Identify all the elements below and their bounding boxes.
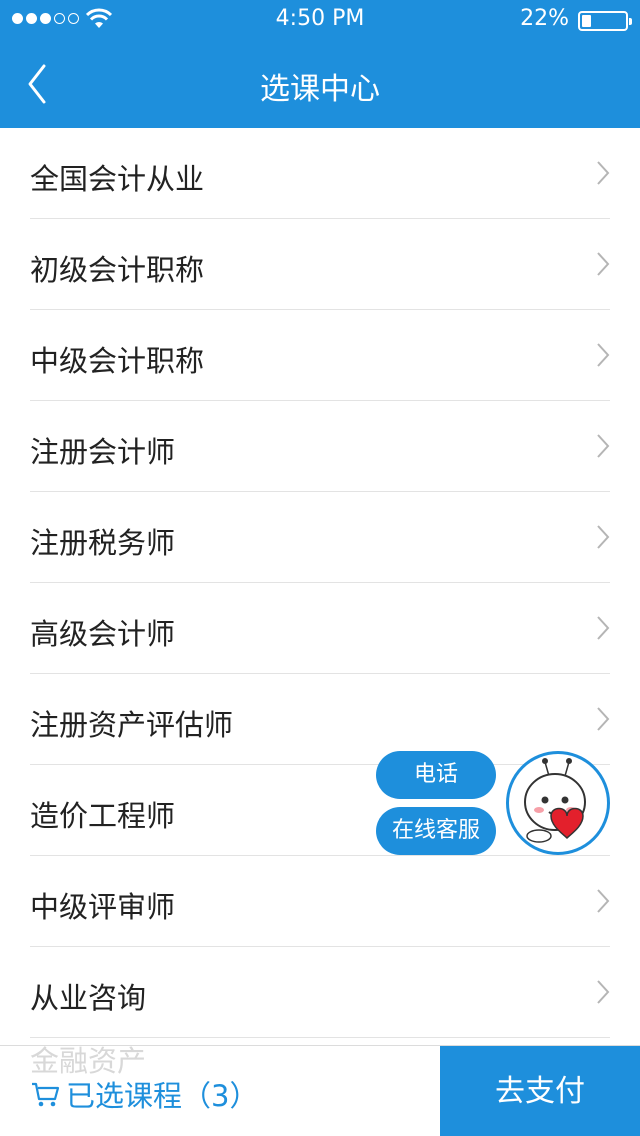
list-item[interactable]: 初级会计职称	[0, 219, 640, 310]
chevron-right-icon	[597, 343, 610, 367]
list-item[interactable]: 注册会计师	[0, 401, 640, 492]
list-item-label: 全国会计从业	[30, 162, 205, 196]
list-item-label: 注册资产评估师	[30, 708, 234, 742]
list-item[interactable]: 全国会计从业	[0, 128, 640, 219]
list-item[interactable]: 注册税务师	[0, 492, 640, 583]
list-item-label: 高级会计师	[30, 617, 176, 651]
battery-percent: 22%	[520, 6, 569, 31]
page: 4:50 PM 22% 选课中心 全国会计从业 初级会计职称 中级会计职称 注册…	[0, 0, 640, 1136]
list-item[interactable]: 中级评审师	[0, 856, 640, 947]
list-item-label: 从业咨询	[30, 981, 147, 1015]
online-service-button[interactable]: 在线客服	[376, 807, 496, 855]
list-item-label: 中级评审师	[30, 890, 176, 924]
pay-button[interactable]: 去支付	[440, 1046, 640, 1136]
list-item-label: 造价工程师	[30, 799, 176, 833]
status-bar: 4:50 PM 22%	[0, 0, 640, 40]
list-item[interactable]: 中级会计职称	[0, 310, 640, 401]
mascot-icon	[524, 758, 586, 843]
mascot-avatar[interactable]	[506, 751, 610, 855]
header: 4:50 PM 22% 选课中心	[0, 0, 640, 128]
chevron-right-icon	[597, 161, 610, 185]
list-item-label: 注册税务师	[30, 526, 176, 560]
list-item-label: 中级会计职称	[30, 344, 205, 378]
chevron-right-icon	[597, 252, 610, 276]
course-category-list: 全国会计从业 初级会计职称 中级会计职称 注册会计师 注册税务师 高级会计师 注…	[0, 128, 640, 1038]
navbar: 选课中心	[0, 40, 640, 128]
page-title: 选课中心	[260, 72, 380, 107]
cart-icon	[32, 1082, 60, 1107]
battery-level	[582, 15, 591, 27]
chevron-right-icon	[597, 980, 610, 1004]
chevron-right-icon	[597, 707, 610, 731]
selected-courses-button[interactable]: 已选课程（3）	[30, 1073, 258, 1115]
chevron-right-icon	[597, 525, 610, 549]
chevron-right-icon	[597, 616, 610, 640]
list-item[interactable]: 注册资产评估师	[0, 674, 640, 765]
chevron-right-icon	[597, 889, 610, 913]
list-item-label: 初级会计职称	[30, 253, 205, 287]
list-item-label: 注册会计师	[30, 435, 176, 469]
bottom-bar: 金融资产 已选课程（3） 去支付	[0, 1044, 640, 1136]
phone-button[interactable]: 电话	[376, 751, 496, 799]
list-item[interactable]: 高级会计师	[0, 583, 640, 674]
selected-courses-label: 已选课程（3）	[66, 1079, 259, 1113]
list-item[interactable]: 从业咨询	[0, 947, 640, 1038]
chevron-right-icon	[597, 434, 610, 458]
battery-icon	[578, 11, 632, 31]
